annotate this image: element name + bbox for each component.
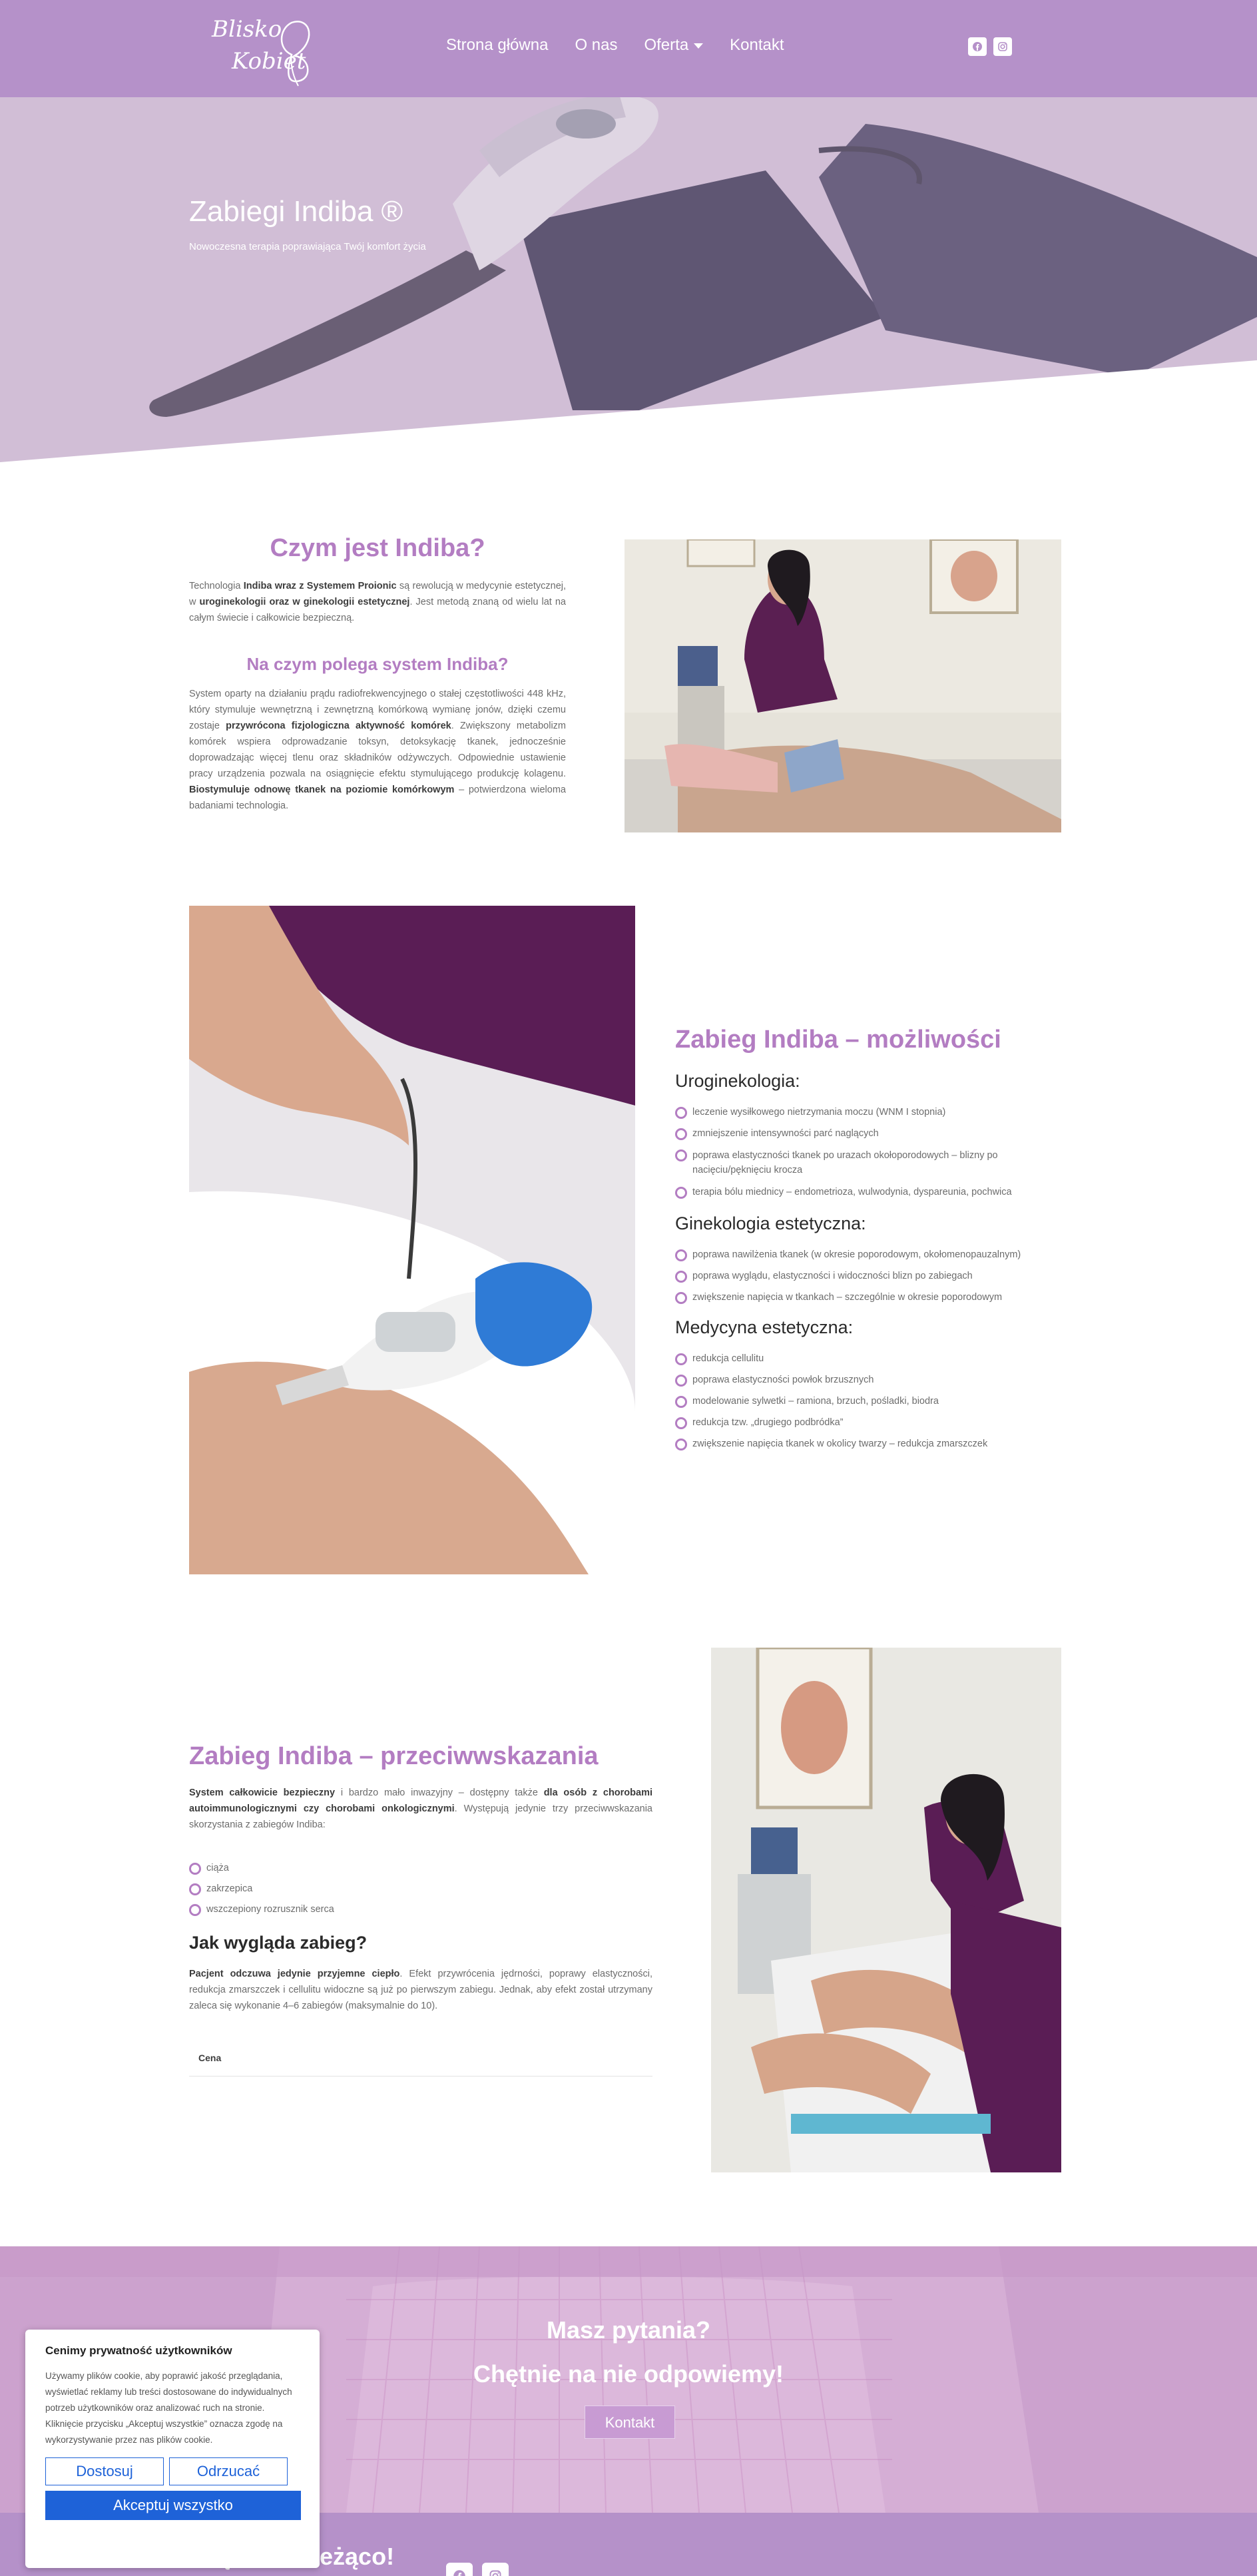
- photo-therapist-clinic: [711, 1648, 1061, 2172]
- list-item: ciąża: [189, 1861, 334, 1875]
- instagram-icon[interactable]: [993, 37, 1012, 56]
- footer-social: [446, 2563, 509, 2576]
- site-header: Blisko Kobiet Strona główna O nas Oferta…: [0, 0, 1257, 97]
- list-item: zwiększenie napięcia w tkankach – szczeg…: [675, 1291, 1021, 1304]
- nav-item-label: O nas: [575, 36, 618, 54]
- section-paragraph: System oparty na działaniu prądu radiofr…: [189, 686, 566, 814]
- nav-item-offer[interactable]: Oferta: [644, 36, 704, 55]
- section-paragraph: Technologia Indiba wraz z Systemem Proio…: [189, 578, 566, 626]
- list-item: poprawa nawilżenia tkanek (w okresie pop…: [675, 1248, 1021, 1261]
- page: Blisko Kobiet Strona główna O nas Oferta…: [0, 0, 1257, 2576]
- hero-image: [0, 97, 1257, 462]
- cookie-reject-button[interactable]: Odrzucać: [169, 2457, 288, 2485]
- bold-text: System całkowicie bezpieczny: [189, 1787, 336, 1798]
- cookie-title: Cenimy prywatność użytkowników: [45, 2344, 232, 2357]
- nav-item-home[interactable]: Strona główna: [446, 36, 548, 55]
- possibilities-list-aesthetic-gynecology: poprawa nawilżenia tkanek (w okresie pop…: [675, 1248, 1021, 1304]
- list-item: poprawa elastyczności powłok brzusznych: [675, 1373, 987, 1387]
- list-item: poprawa elastyczności tkanek po urazach …: [675, 1148, 1048, 1177]
- list-item: wszczepiony rozrusznik serca: [189, 1903, 334, 1916]
- chevron-down-icon: [694, 43, 704, 49]
- list-item: zwiększenie napięcia tkanek w okolicy tw…: [675, 1437, 987, 1450]
- list-item: zmniejszenie intensywności parć naglącyc…: [675, 1127, 1048, 1140]
- nav-item-label: Strona główna: [446, 36, 549, 54]
- list-item: leczenie wysiłkowego nietrzymania moczu …: [675, 1106, 1048, 1119]
- site-logo[interactable]: Blisko Kobiet: [212, 13, 318, 92]
- cookie-customize-button[interactable]: Dostosuj: [45, 2457, 164, 2485]
- list-item: poprawa wyglądu, elastyczności i widoczn…: [675, 1269, 1021, 1283]
- bold-text: przywrócona fizjologiczna aktywność komó…: [226, 721, 451, 731]
- photo-indiba-handpiece: [189, 906, 635, 1574]
- cookie-accept-all-button[interactable]: Akceptuj wszystko: [45, 2491, 301, 2520]
- possibilities-list-urogynecology: leczenie wysiłkowego nietrzymania moczu …: [675, 1106, 1048, 1199]
- bold-text: Indiba wraz z Systemem Proionic: [243, 581, 397, 591]
- facebook-icon[interactable]: [446, 2563, 473, 2576]
- contraindications-list: ciąża zakrzepica wszczepiony rozrusznik …: [189, 1861, 334, 1916]
- section-paragraph: System całkowicie bezpieczny i bardzo ma…: [189, 1785, 652, 1833]
- category-heading-aesthetic-medicine: Medycyna estetyczna:: [675, 1317, 854, 1337]
- bold-text: Pacjent odczuwa jedynie przyjemne ciepło: [189, 1969, 400, 1979]
- cookie-secondary-actions: Dostosuj Odrzucać: [45, 2457, 300, 2485]
- section-title-what-is: Czym jest Indiba?: [270, 534, 485, 562]
- section-subtitle: Na czym polega system Indiba?: [246, 654, 509, 674]
- header-social: [968, 37, 1012, 56]
- instagram-icon[interactable]: [482, 2563, 509, 2576]
- main-nav: Strona główna O nas Oferta Kontakt: [446, 36, 784, 55]
- text-span: i bardzo mało inwazyjny – dostępny także: [335, 1787, 544, 1798]
- list-item: redukcja cellulitu: [675, 1352, 987, 1365]
- facebook-icon[interactable]: [968, 37, 987, 56]
- section-title-contraindications: Zabieg Indiba – przeciwwskazania: [189, 1742, 599, 1770]
- section-heading-how-it-looks: Jak wygląda zabieg?: [189, 1933, 368, 1953]
- hero-title: Zabiegi Indiba ®: [189, 195, 403, 228]
- bold-text: uroginekologii oraz w ginekologii estety…: [199, 597, 410, 607]
- list-item: terapia bólu miednicy – endometrioza, wu…: [675, 1185, 1048, 1199]
- list-item: zakrzepica: [189, 1882, 334, 1895]
- possibilities-list-aesthetic-medicine: redukcja cellulitu poprawa elastyczności…: [675, 1352, 987, 1450]
- hero-banner: Zabiegi Indiba ® Nowoczesna terapia popr…: [0, 97, 1257, 462]
- section-title-possibilities: Zabieg Indiba – możliwości: [675, 1026, 1001, 1054]
- list-item: redukcja tzw. „drugiego podbródka”: [675, 1416, 987, 1429]
- category-heading-urogynecology: Uroginekologia:: [675, 1071, 800, 1091]
- section-paragraph: Pacjent odczuwa jedynie przyjemne ciepło…: [189, 1966, 652, 2014]
- price-accordion-header[interactable]: Cena: [189, 2045, 652, 2077]
- hero-subtitle: Nowoczesna terapia poprawiająca Twój kom…: [189, 241, 426, 252]
- bold-text: Biostymuluje odnowę tkanek na poziomie k…: [189, 785, 455, 795]
- nav-item-label: Oferta: [644, 36, 689, 54]
- contact-button[interactable]: Kontakt: [585, 2406, 675, 2439]
- category-heading-aesthetic-gynecology: Ginekologia estetyczna:: [675, 1213, 866, 1233]
- list-item: modelowanie sylwetki – ramiona, brzuch, …: [675, 1395, 987, 1408]
- nav-item-label: Kontakt: [730, 36, 784, 54]
- cookie-text: Używamy plików cookie, aby poprawić jako…: [45, 2371, 292, 2445]
- nav-item-about[interactable]: O nas: [575, 36, 617, 55]
- butterfly-icon: [280, 21, 310, 87]
- text-span: Technologia: [189, 581, 244, 591]
- cookie-consent-banner: Cenimy prywatność użytkowników Używamy p…: [25, 2330, 320, 2568]
- nav-item-contact[interactable]: Kontakt: [730, 36, 784, 55]
- photo-therapist-treatment: [625, 539, 1061, 832]
